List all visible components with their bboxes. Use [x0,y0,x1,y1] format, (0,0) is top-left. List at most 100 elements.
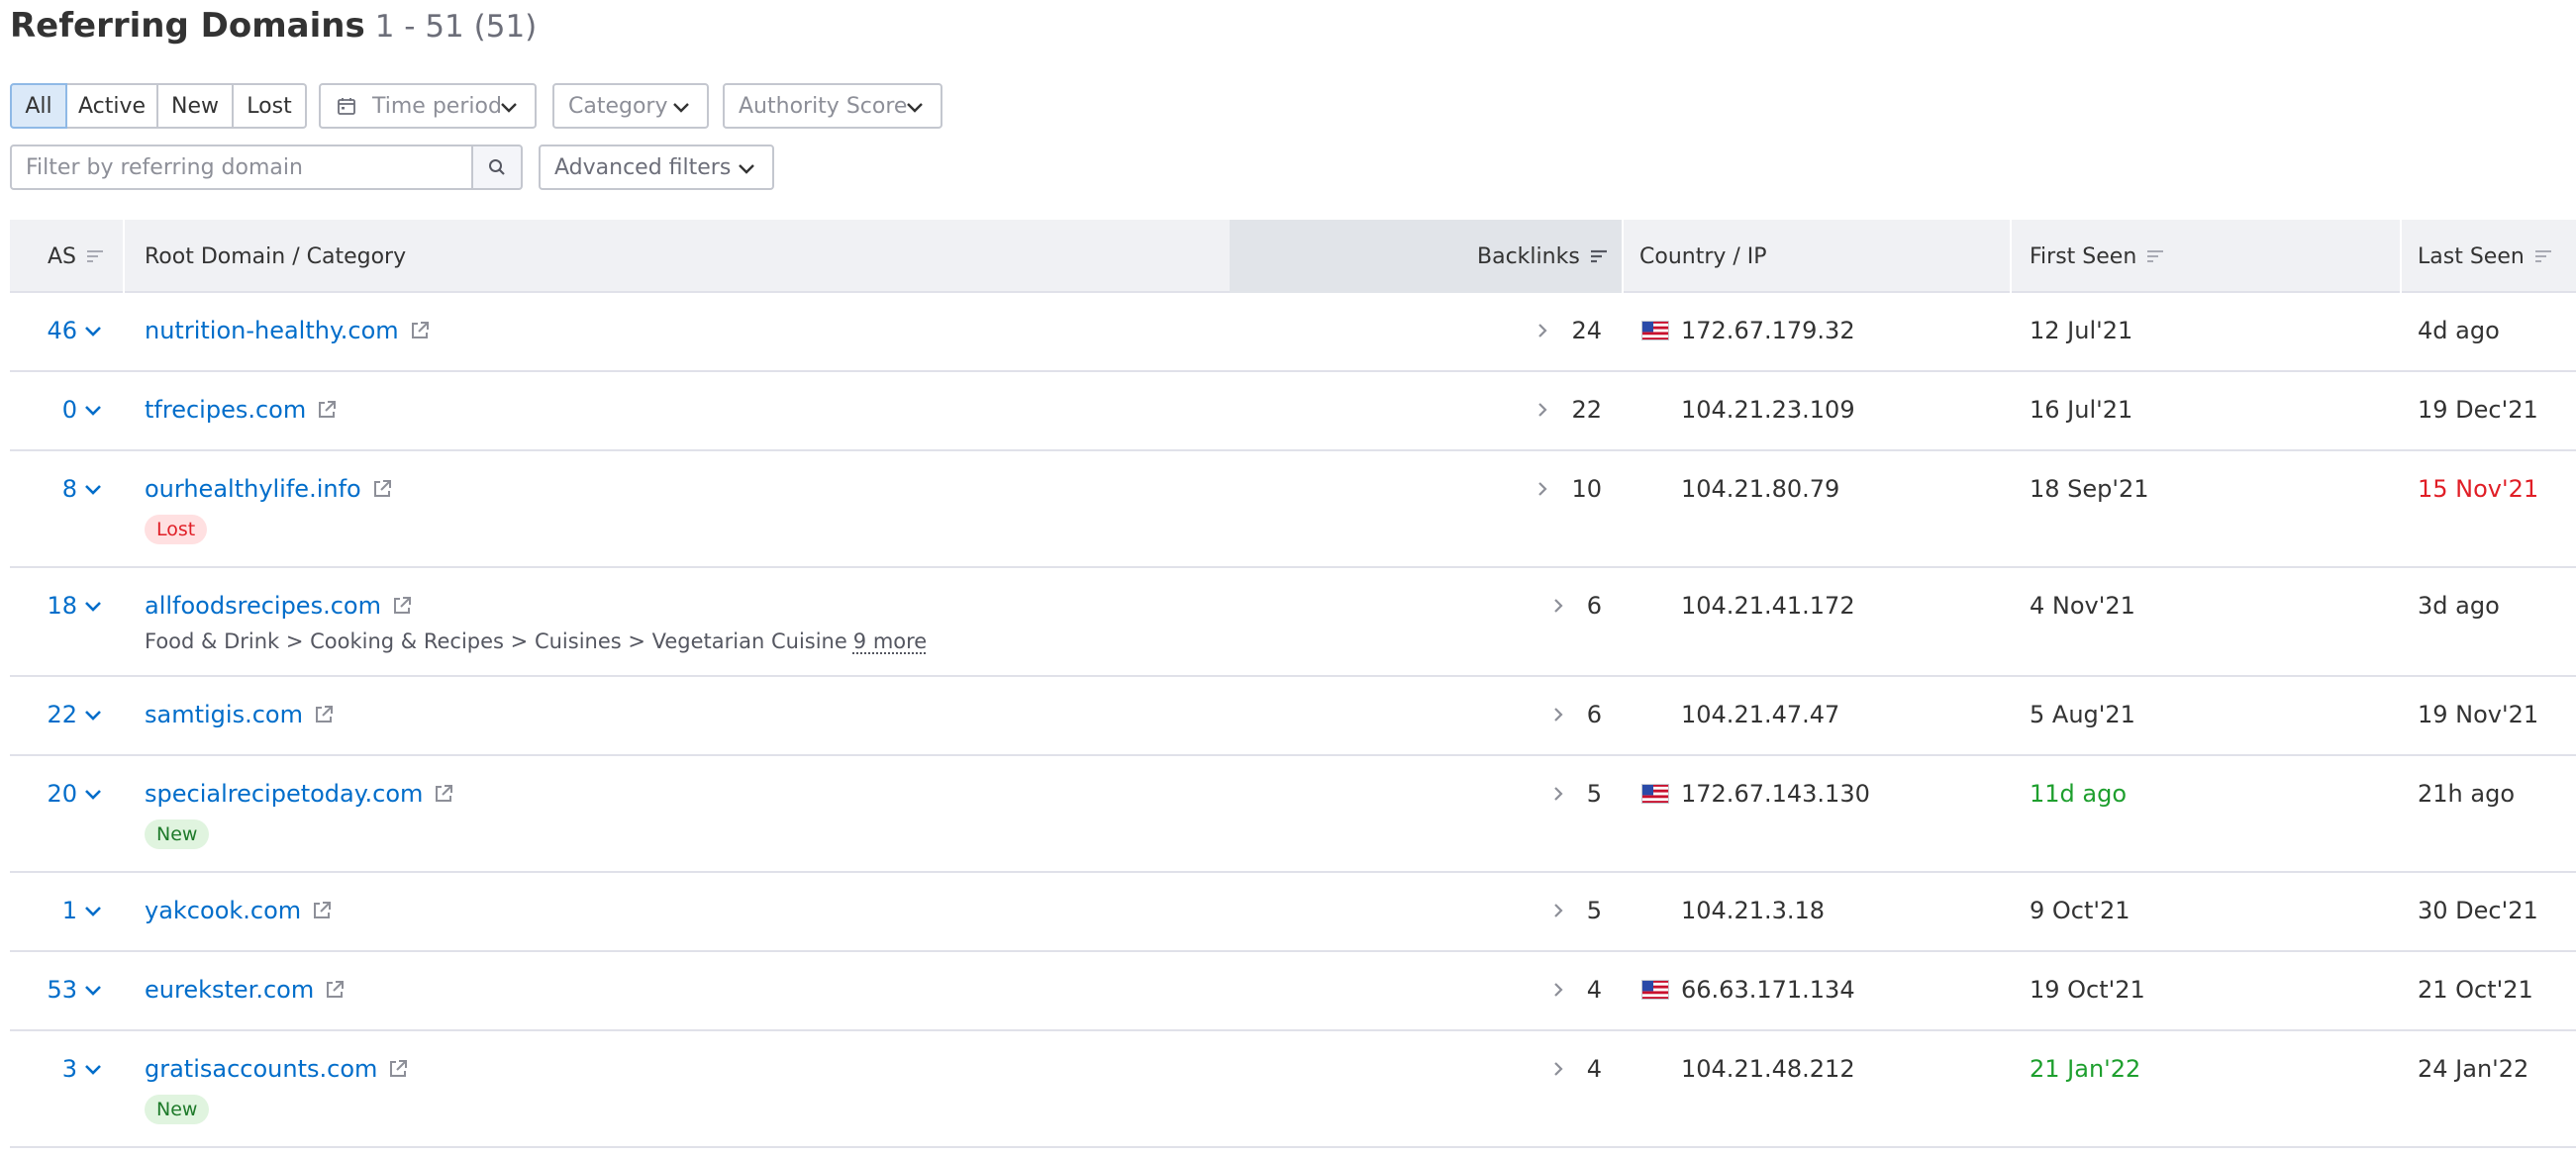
table-row: 53 eurekster.com 4 66.63.171.134 19 Oct'21 21… [10,952,2576,1031]
last-seen-date: 21 Oct'21 [2418,976,2533,1004]
authority-score-value: 22 [47,701,77,728]
backlinks-count: 24 [1571,317,1602,344]
external-link-icon[interactable] [391,595,413,617]
table-row: 46 nutrition-healthy.com 24 172.67.179.32 12… [10,293,2576,372]
first-seen-date: 4 Nov'21 [2030,592,2135,620]
external-link-icon[interactable] [409,320,431,341]
domain-link[interactable]: gratisaccounts.com [145,1055,377,1083]
ip-address: 172.67.179.32 [1681,317,1855,344]
column-backlinks-label: Backlinks [1477,243,1580,269]
chevron-right-icon [1553,787,1563,801]
backlinks-cell[interactable]: 6 [1525,699,1602,730]
authority-score-toggle[interactable]: 20 [10,778,103,810]
chevron-down-icon [673,103,689,113]
domain-link[interactable]: specialrecipetoday.com [145,780,423,808]
authority-score-toggle[interactable]: 8 [10,473,103,505]
first-seen-date: 16 Jul'21 [2030,396,2133,424]
backlinks-count: 6 [1586,701,1602,728]
chevron-right-icon [1538,482,1548,496]
ip-address: 104.21.23.109 [1681,396,1855,424]
column-last-seen[interactable]: Last Seen [2418,220,2554,293]
authority-score-toggle[interactable]: 53 [10,974,103,1006]
table-row: 3 gratisaccounts.com New 4 104.21.48.212 21 J… [10,1031,2576,1148]
table-row: 8 ourhealthylife.info Lost 10 104.21.80.79 18… [10,451,2576,568]
backlinks-cell[interactable]: 5 [1525,778,1602,810]
table-row: 0 tfrecipes.com 22 104.21.23.109 16 Jul'21 19… [10,372,2576,451]
authority-score-value: 3 [61,1055,77,1083]
column-domain[interactable]: Root Domain / Category [145,220,406,293]
ip-address: 104.21.48.212 [1681,1055,1855,1083]
authority-score-toggle[interactable]: 18 [10,590,103,622]
external-link-icon[interactable] [324,979,346,1001]
table-header: AS Root Domain / Category Backlinks Coun… [10,220,2576,293]
search-input[interactable] [10,144,473,190]
backlinks-cell[interactable]: 6 [1525,590,1602,622]
backlinks-cell[interactable]: 24 [1525,315,1602,346]
backlinks-cell[interactable]: 4 [1525,1053,1602,1085]
domain-link[interactable]: ourhealthylife.info [145,475,361,503]
domain-cell: yakcook.com [145,895,333,926]
chevron-down-icon [85,327,101,337]
chevron-right-icon [1553,1062,1563,1076]
us-flag-icon [1641,980,1669,1000]
search-button[interactable] [471,144,523,190]
domain-link[interactable]: eurekster.com [145,976,314,1004]
backlinks-cell[interactable]: 10 [1525,473,1602,505]
column-backlinks[interactable]: Backlinks [1477,220,1610,293]
table-row: 18 allfoodsrecipes.com Food & Drink > Cook… [10,568,2576,677]
first-seen-date: 18 Sep'21 [2030,475,2149,503]
category-label: Category [568,93,668,119]
column-as[interactable]: AS [48,220,106,293]
column-first-seen[interactable]: First Seen [2030,220,2166,293]
category-text: Food & Drink > Cooking & Recipes > Cuisi… [145,629,847,653]
external-link-icon[interactable] [311,900,333,921]
column-country-label: Country / IP [1639,243,1767,269]
external-link-icon[interactable] [433,783,454,805]
domain-cell: eurekster.com [145,974,346,1006]
authority-score-toggle[interactable]: 0 [10,394,103,426]
domain-link[interactable]: tfrecipes.com [145,396,306,424]
external-link-icon[interactable] [371,478,393,500]
first-seen-date: 21 Jan'22 [2030,1055,2141,1083]
domain-cell: specialrecipetoday.com [145,778,454,810]
domain-link[interactable]: samtigis.com [145,701,303,728]
domain-link[interactable]: nutrition-healthy.com [145,317,399,344]
sort-desc-icon [1590,249,1607,263]
backlinks-count: 4 [1586,976,1602,1004]
authority-score-toggle[interactable]: 3 [10,1053,103,1085]
sort-icon [2534,250,2551,262]
last-seen-date: 3d ago [2418,592,2500,620]
column-domain-label: Root Domain / Category [145,243,407,269]
backlinks-cell[interactable]: 5 [1525,895,1602,926]
external-link-icon[interactable] [316,399,338,421]
authority-score-toggle[interactable]: 1 [10,895,103,926]
external-link-icon[interactable] [313,704,335,725]
ip-address: 66.63.171.134 [1681,976,1855,1004]
domain-link[interactable]: allfoodsrecipes.com [145,592,381,620]
category-more-link[interactable]: 9 more [853,629,927,653]
column-last-seen-label: Last Seen [2418,243,2525,269]
column-divider [1622,220,1624,293]
backlinks-cell[interactable]: 4 [1525,974,1602,1006]
external-link-icon[interactable] [387,1058,409,1080]
chevron-right-icon [1553,599,1563,613]
authority-score-dropdown[interactable]: Authority Score [723,83,942,129]
backlinks-count: 10 [1571,475,1602,503]
chevron-down-icon [85,1065,101,1075]
domain-link[interactable]: yakcook.com [145,897,301,924]
chevron-right-icon [1538,403,1548,417]
last-seen-date: 15 Nov'21 [2418,475,2539,503]
page-title-text: Referring Domains [10,6,365,46]
backlinks-cell[interactable]: 22 [1525,394,1602,426]
chevron-down-icon [85,986,101,996]
column-country[interactable]: Country / IP [1639,220,1767,293]
authority-score-toggle[interactable]: 22 [10,699,103,730]
last-seen-date: 19 Dec'21 [2418,396,2538,424]
category-dropdown[interactable]: Category [552,83,709,129]
authority-score-toggle[interactable]: 46 [10,315,103,346]
first-seen-date: 11d ago [2030,780,2128,808]
advanced-filters-dropdown[interactable]: Advanced filters [539,144,774,190]
chevron-down-icon [85,406,101,416]
domain-cell: allfoodsrecipes.com [145,590,413,622]
time-period-dropdown[interactable]: Time period [319,83,537,129]
